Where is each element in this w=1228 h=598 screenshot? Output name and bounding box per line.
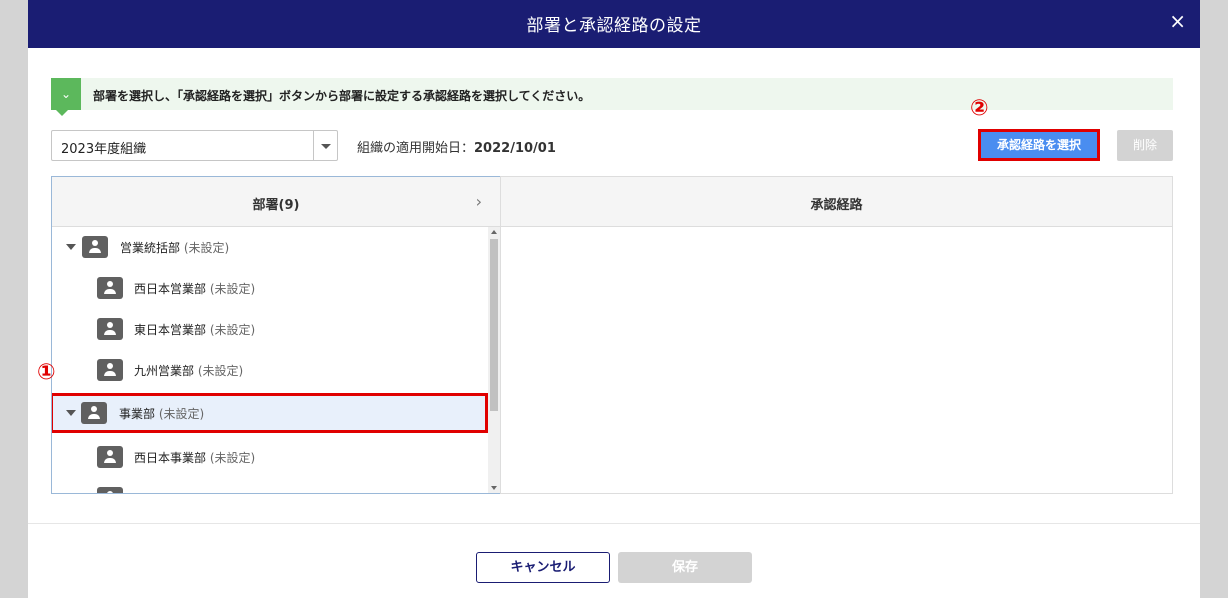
department-status: (未設定): [209, 451, 256, 465]
info-text: 部署を選択し、「承認経路を選択」ボタンから部署に設定する承認経路を選択してくださ…: [93, 89, 591, 103]
dialog-titlebar: 部署と承認経路の設定 ×: [28, 0, 1200, 48]
person-icon: [97, 359, 123, 381]
department-name: 西日本事業部: [134, 451, 207, 465]
start-date: 組織の適用開始日：2022/10/01: [357, 137, 556, 156]
person-icon: [97, 277, 123, 299]
department-panel-header: 部署(9) ›: [52, 177, 500, 227]
chevron-down-icon: ⌄: [51, 78, 81, 116]
annotation-marker-2: ②: [970, 96, 989, 121]
info-banner: ⌄ 部署を選択し、「承認経路を選択」ボタンから部署に設定する承認経路を選択してく…: [51, 78, 1173, 116]
department-name: 九州営業部: [134, 364, 195, 378]
department-name: 西日本営業部: [134, 282, 207, 296]
department-status: (未設定): [209, 323, 256, 337]
save-button[interactable]: 保存: [618, 552, 752, 583]
organization-select-value: 2023年度組織: [61, 142, 147, 157]
department-header-label: 部署(9): [252, 198, 300, 213]
collapse-arrow-icon[interactable]: [66, 244, 76, 250]
scroll-up-icon[interactable]: [491, 230, 497, 234]
person-icon: [81, 402, 107, 424]
dropdown-arrow-icon[interactable]: [313, 131, 337, 160]
select-route-button[interactable]: 承認経路を選択: [978, 129, 1100, 161]
department-item-selected[interactable]: 事業部 (未設定): [52, 393, 488, 433]
department-name: 東日本営業部: [134, 323, 207, 337]
start-date-label: 組織の適用開始日：: [357, 141, 475, 156]
department-item[interactable]: 西日本事業部 (未設定): [52, 437, 488, 477]
route-header-label: 承認経路: [810, 198, 863, 213]
person-icon: [97, 446, 123, 468]
department-item[interactable]: 営業統括部 (未設定): [52, 227, 488, 267]
department-name: 営業統括部: [120, 241, 181, 255]
person-icon: [97, 318, 123, 340]
department-status: (未設定): [209, 282, 256, 296]
organization-select[interactable]: 2023年度組織: [51, 130, 338, 161]
route-panel: 承認経路: [500, 176, 1173, 494]
department-item[interactable]: 西日本営業部 (未設定): [52, 268, 488, 308]
scroll-thumb[interactable]: [490, 239, 498, 411]
person-icon: [82, 236, 108, 258]
delete-button[interactable]: 削除: [1117, 130, 1173, 161]
department-scrollbar[interactable]: [488, 227, 500, 493]
department-status: (未設定): [183, 241, 230, 255]
department-panel: 部署(9) › 営業統括部 (未設定) 西日本営業部 (未設定) 東日本営業部 …: [51, 176, 501, 494]
settings-dialog: 部署と承認経路の設定 × ⌄ 部署を選択し、「承認経路を選択」ボタンから部署に設…: [28, 0, 1200, 598]
cancel-button[interactable]: キャンセル: [476, 552, 610, 583]
annotation-marker-1: ①: [37, 360, 56, 385]
department-item[interactable]: 九州営業部 (未設定): [52, 350, 488, 390]
department-status: (未設定): [158, 407, 205, 421]
footer-divider: [28, 523, 1200, 524]
scroll-down-icon[interactable]: [491, 486, 497, 490]
close-icon[interactable]: ×: [1169, 9, 1186, 33]
collapse-arrow-icon[interactable]: [66, 410, 76, 416]
dialog-title: 部署と承認経路の設定: [526, 16, 702, 36]
chevron-right-icon[interactable]: ›: [476, 192, 482, 211]
department-status: (未設定): [197, 364, 244, 378]
department-item[interactable]: 東日本営業部 (未設定): [52, 309, 488, 349]
start-date-value: 2022/10/01: [474, 141, 556, 156]
person-icon: [97, 487, 123, 493]
department-item-partial[interactable]: [52, 478, 488, 493]
route-panel-header: 承認経路: [501, 177, 1172, 227]
department-name: 事業部: [119, 407, 156, 421]
